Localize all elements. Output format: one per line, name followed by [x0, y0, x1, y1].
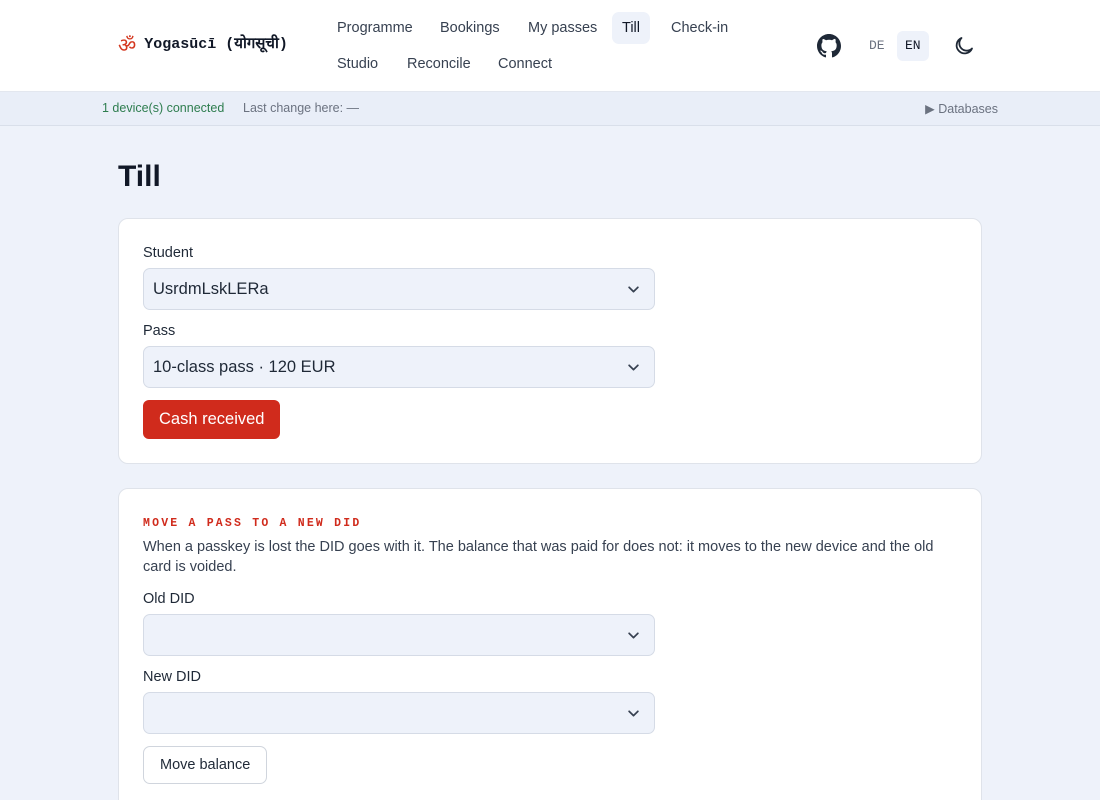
pass-select-value: 10-class pass · 120 EUR [153, 358, 336, 376]
moon-icon[interactable] [952, 34, 976, 58]
chevron-down-icon [628, 364, 639, 371]
nav-item-reconcile[interactable]: Reconcile [397, 48, 481, 80]
nav-item-connect[interactable]: Connect [488, 48, 562, 80]
new-did-select[interactable] [143, 692, 655, 734]
om-logo-icon: ॐ [118, 33, 137, 57]
databases-toggle[interactable]: ▶ Databases [925, 101, 998, 116]
brand-name: Yogasūcī (योगसूची) [144, 36, 288, 53]
status-bar: 1 device(s) connected Last change here: … [0, 92, 1100, 126]
chevron-down-icon [628, 710, 639, 717]
lang-en[interactable]: EN [897, 31, 929, 61]
new-did-label: New DID [143, 669, 202, 685]
github-icon[interactable] [817, 34, 841, 58]
chevron-down-icon [628, 632, 639, 639]
page-title: Till [118, 160, 161, 193]
old-did-select[interactable] [143, 614, 655, 656]
old-did-label: Old DID [143, 591, 195, 607]
nav-item-check-in[interactable]: Check-in [661, 12, 738, 44]
move-pass-card: Move a pass to a new DID When a passkey … [118, 488, 982, 800]
student-label: Student [143, 245, 193, 261]
nav-item-programme[interactable]: Programme [327, 12, 423, 44]
student-select[interactable]: UsrdmLskLERa [143, 268, 655, 310]
pass-select[interactable]: 10-class pass · 120 EUR [143, 346, 655, 388]
move-pass-title: Move a pass to a new DID [143, 517, 362, 530]
connection-status: 1 device(s) connected [102, 101, 225, 115]
nav-item-till[interactable]: Till [612, 12, 650, 44]
chevron-down-icon [628, 286, 639, 293]
pass-label: Pass [143, 323, 176, 339]
nav-item-bookings[interactable]: Bookings [430, 12, 510, 44]
lang-de[interactable]: DE [861, 31, 893, 61]
brand[interactable]: ॐ Yogasūcī (योगसूची) [118, 33, 288, 57]
cash-received-button[interactable]: Cash received [143, 400, 281, 439]
student-select-value: UsrdmLskLERa [153, 280, 269, 298]
nav-item-studio[interactable]: Studio [327, 48, 388, 80]
sale-card: Student UsrdmLskLERa Pass 10-class pass … [118, 218, 982, 464]
move-balance-button[interactable]: Move balance [143, 746, 268, 784]
app-header: ॐ Yogasūcī (योगसूची) Programme Bookings … [0, 0, 1100, 92]
last-change-text: Last change here: — [243, 101, 360, 115]
nav-item-my-passes[interactable]: My passes [518, 12, 607, 44]
move-pass-description: When a passkey is lost the DID goes with… [143, 539, 934, 575]
